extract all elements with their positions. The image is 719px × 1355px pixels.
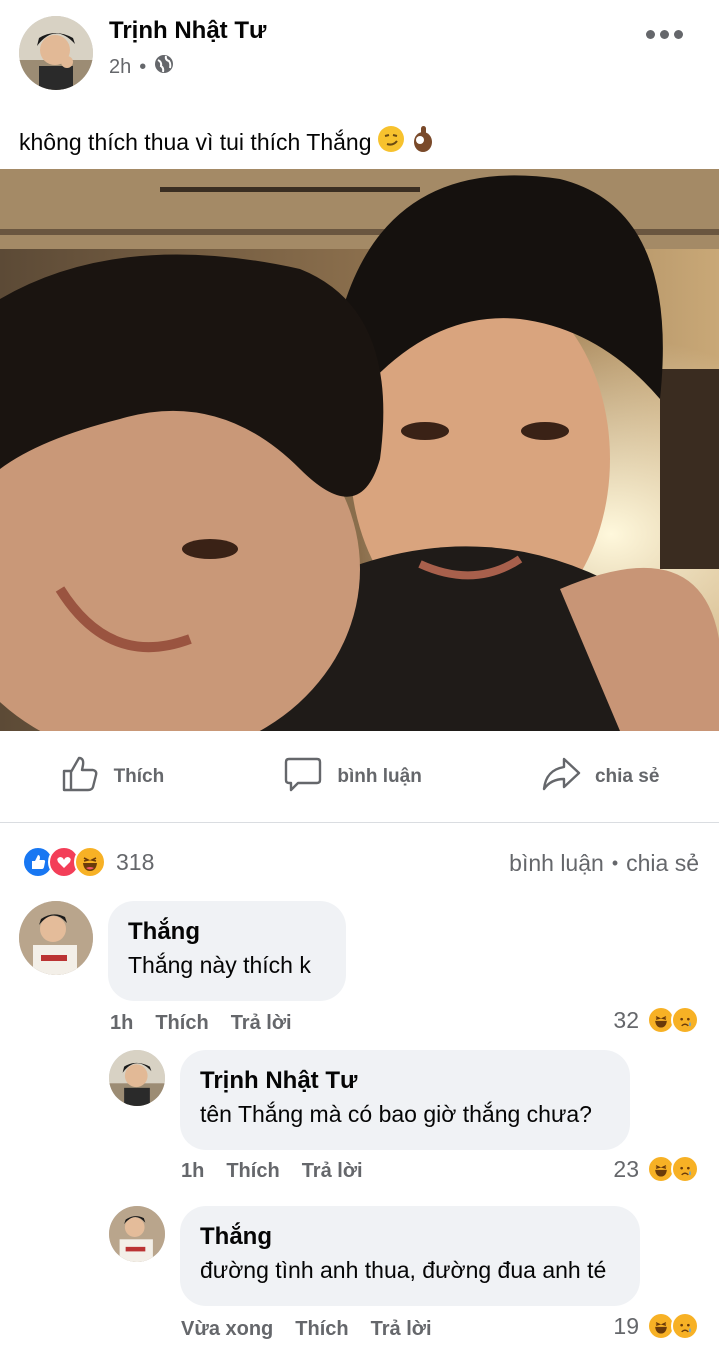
replier-avatar[interactable]: [109, 1206, 165, 1262]
comment-reaction-count: 32: [613, 1006, 639, 1033]
dot-icon: [660, 30, 669, 39]
comment-like-button[interactable]: Thích: [155, 1012, 208, 1035]
reply-reaction-count: 23: [613, 1155, 639, 1182]
post-action-bar: Thích bình luận chia sẻ: [0, 731, 719, 823]
ok-hand-emoji-icon: [411, 125, 435, 159]
caption-text: không thích thua vì tui thích Thắng: [19, 128, 372, 155]
reaction-count: 318: [116, 848, 155, 875]
comment-bubble: Thắng Thắng này thích k: [108, 901, 346, 1001]
like-button[interactable]: Thích: [60, 754, 165, 800]
reply-bubble: Thắng đường tình anh thua, đường đua anh…: [180, 1206, 640, 1306]
share-label: chia sẻ: [594, 765, 660, 787]
comment-bubble-icon: [283, 754, 323, 800]
post-caption: không thích thua vì tui thích Thắng: [19, 125, 435, 159]
thumbs-up-icon: [60, 754, 100, 800]
reply-reply-button[interactable]: Trả lời: [371, 1318, 432, 1341]
sad-reaction-icon: [671, 1312, 699, 1340]
sad-reaction-icon: [671, 1006, 699, 1034]
engagement-counts: bình luận • chia sẻ: [509, 850, 699, 877]
meta-separator: •: [139, 55, 147, 78]
replier-avatar[interactable]: [109, 1050, 165, 1106]
comment-button[interactable]: bình luận: [283, 754, 422, 800]
comments-count-link[interactable]: bình luận: [509, 850, 604, 877]
reply-time[interactable]: Vừa xong: [181, 1318, 273, 1341]
like-label: Thích: [113, 765, 165, 787]
replier-name[interactable]: Trịnh Nhật Tư: [200, 1067, 610, 1095]
share-arrow-icon: [541, 754, 581, 800]
dot-icon: [674, 30, 683, 39]
post-meta: 2h •: [109, 54, 174, 80]
more-options-button[interactable]: [646, 30, 683, 39]
reactions-summary[interactable]: 318: [22, 846, 154, 878]
reply-reply-button[interactable]: Trả lời: [302, 1160, 363, 1183]
globe-icon: [154, 54, 174, 80]
post-time[interactable]: 2h: [109, 56, 131, 79]
shares-count-link[interactable]: chia sẻ: [626, 850, 699, 877]
reply-like-button[interactable]: Thích: [226, 1160, 279, 1183]
reply-actions: Vừa xong Thích Trả lời: [181, 1318, 432, 1341]
haha-reaction-icon: [74, 846, 106, 878]
comment-reactions[interactable]: 32: [613, 1006, 699, 1034]
author-name[interactable]: Trịnh Nhật Tư: [109, 17, 266, 45]
comment-actions: 1h Thích Trả lời: [110, 1012, 292, 1035]
reply-text: đường tình anh thua, đường đua anh té: [200, 1257, 607, 1283]
comment-reply-button[interactable]: Trả lời: [231, 1012, 292, 1035]
count-separator: •: [611, 853, 619, 873]
post-photo[interactable]: [0, 169, 719, 731]
author-avatar[interactable]: [19, 16, 93, 90]
reply-bubble: Trịnh Nhật Tư tên Thắng mà có bao giờ th…: [180, 1050, 630, 1150]
comment-time[interactable]: 1h: [110, 1012, 133, 1035]
share-button[interactable]: chia sẻ: [541, 754, 659, 800]
smirk-emoji-icon: [377, 125, 405, 159]
reply-time[interactable]: 1h: [181, 1160, 204, 1183]
reply-reaction-count: 19: [613, 1312, 639, 1339]
reply-reactions[interactable]: 23: [613, 1155, 699, 1183]
commenter-name[interactable]: Thắng: [128, 918, 326, 946]
comment-label: bình luận: [337, 765, 422, 787]
comment-text: Thắng này thích k: [128, 952, 311, 978]
reply-actions: 1h Thích Trả lời: [181, 1160, 363, 1183]
dot-icon: [646, 30, 655, 39]
commenter-avatar[interactable]: [19, 901, 93, 975]
reply-reactions[interactable]: 19: [613, 1312, 699, 1340]
reply-like-button[interactable]: Thích: [295, 1318, 348, 1341]
replier-name[interactable]: Thắng: [200, 1223, 620, 1251]
sad-reaction-icon: [671, 1155, 699, 1183]
reply-text: tên Thắng mà có bao giờ thắng chưa?: [200, 1101, 592, 1127]
